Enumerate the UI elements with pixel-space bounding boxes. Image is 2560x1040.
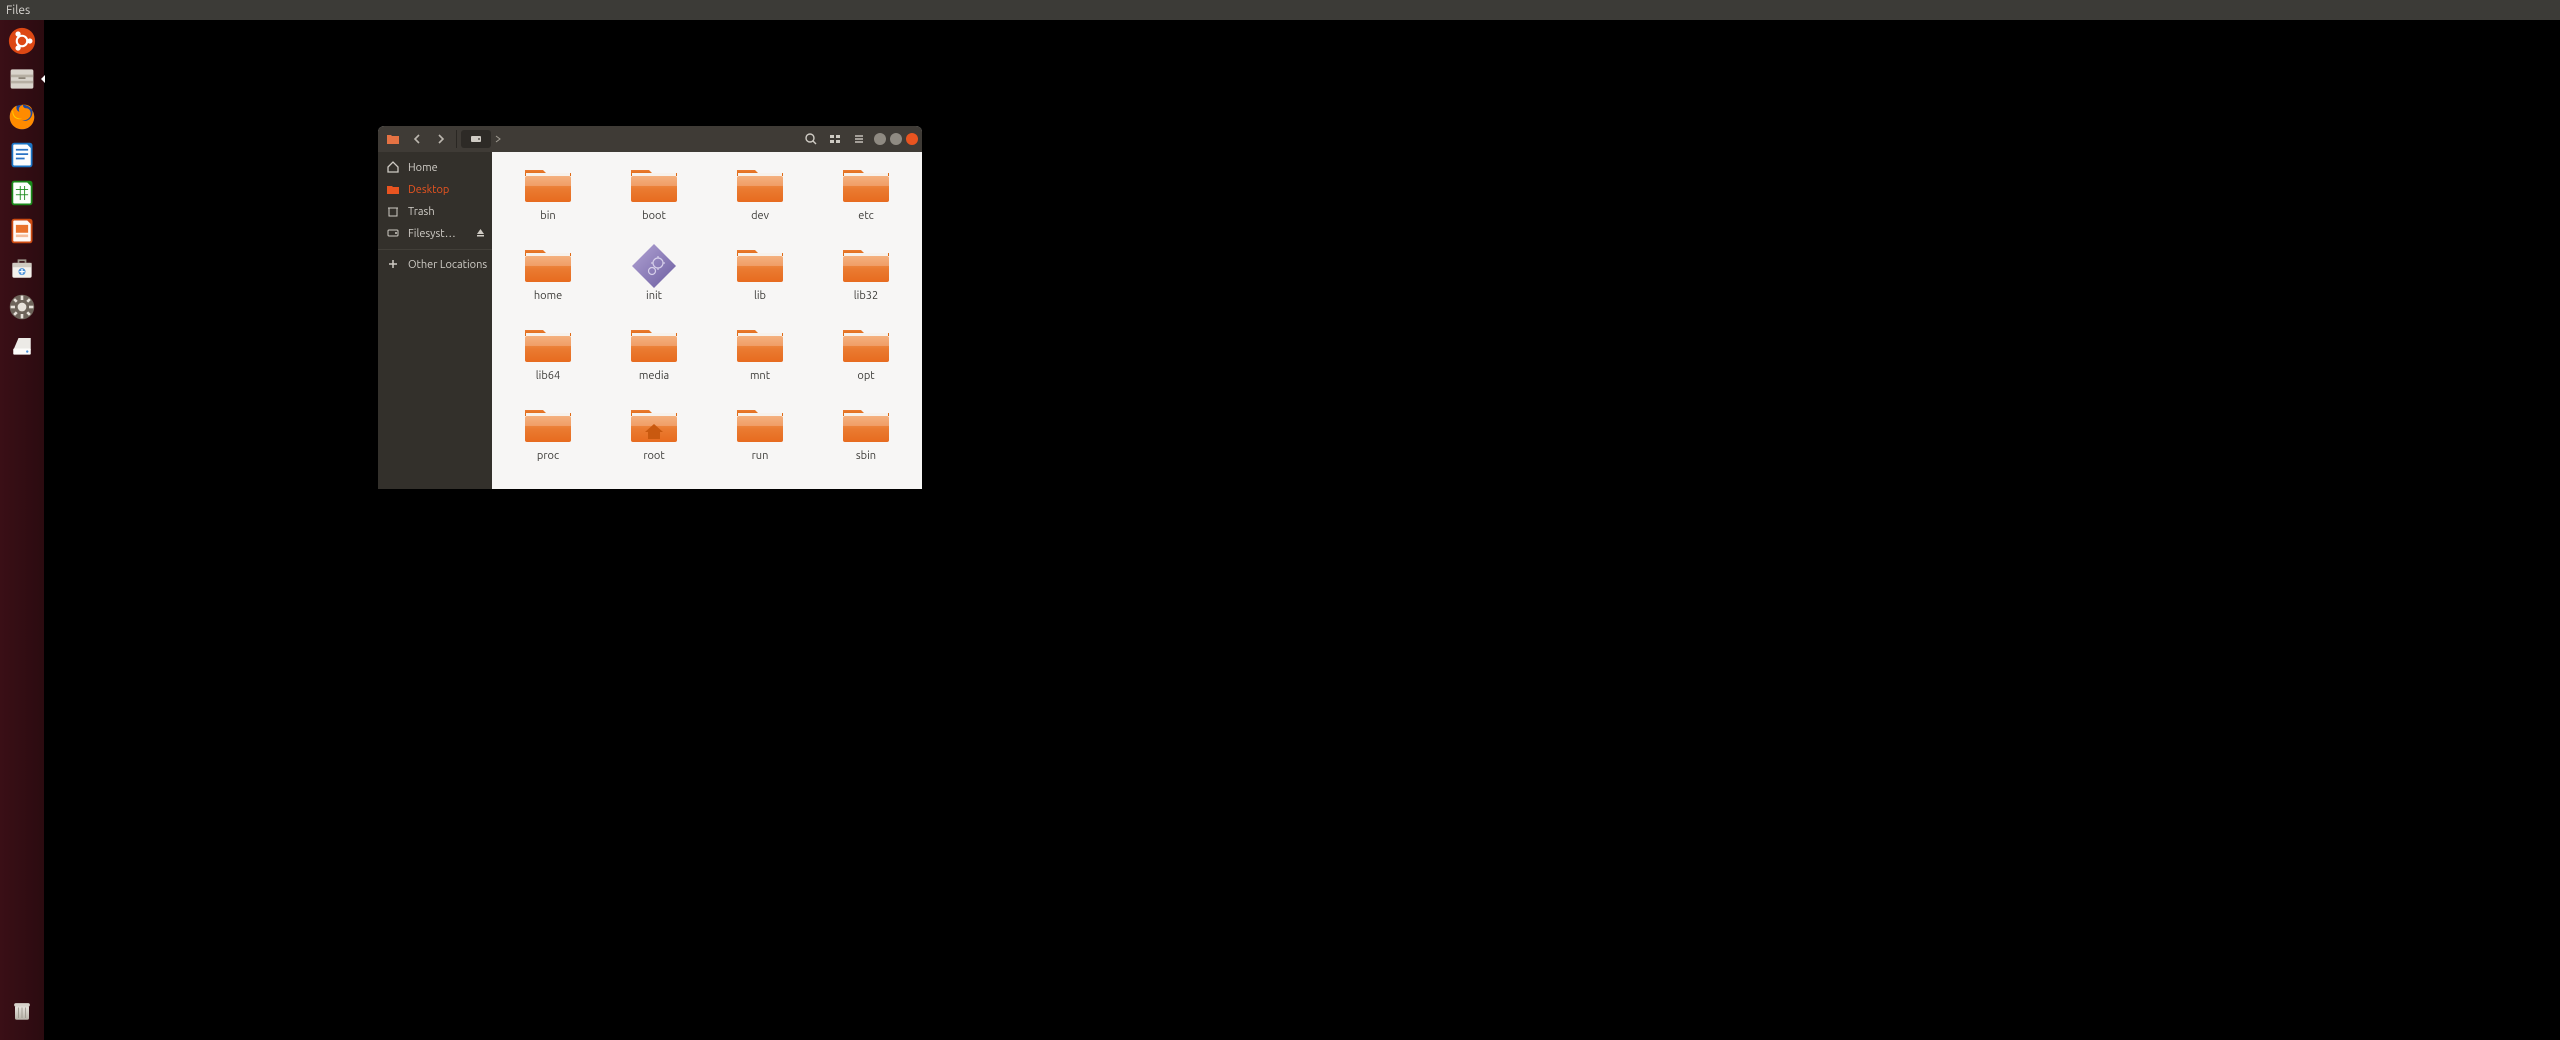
file-item-label: etc — [858, 210, 874, 222]
file-item-proc[interactable]: proc — [498, 400, 598, 478]
file-item-opt[interactable]: opt — [816, 320, 916, 398]
file-item-label: bin — [540, 210, 555, 222]
folder-icon — [731, 240, 789, 288]
launcher-settings[interactable] — [5, 290, 39, 324]
file-item-bin[interactable]: bin — [498, 160, 598, 238]
desktop-icon — [386, 182, 400, 199]
folder-icon — [519, 240, 577, 288]
launcher-ubuntu-software[interactable] — [5, 252, 39, 286]
file-item-sbin[interactable]: sbin — [816, 400, 916, 478]
sidebar-item-home[interactable]: Home — [378, 157, 492, 179]
file-item-label: home — [534, 290, 562, 302]
folder-icon — [731, 400, 789, 448]
folder-icon — [519, 320, 577, 368]
file-item-label: sbin — [856, 450, 876, 462]
launcher-libreoffice-impress[interactable] — [5, 214, 39, 248]
file-item-label: root — [643, 450, 664, 462]
file-item-media[interactable]: media — [604, 320, 704, 398]
file-item-label: lib — [754, 290, 766, 302]
launcher-files[interactable] — [5, 62, 39, 96]
path-segment-drive[interactable] — [461, 130, 491, 148]
file-item-label: mnt — [750, 370, 770, 382]
folder-icon — [625, 400, 683, 448]
sidebar-item-label: Trash — [408, 206, 435, 218]
folder-icon — [519, 160, 577, 208]
file-item-init[interactable]: init — [604, 240, 704, 318]
folder-icon — [519, 400, 577, 448]
sidebar-item-desktop[interactable]: Desktop — [378, 179, 492, 201]
file-item-label: init — [646, 290, 662, 302]
nav-forward-button[interactable] — [430, 129, 452, 149]
nav-back-button[interactable] — [406, 129, 428, 149]
file-item-mnt[interactable]: mnt — [710, 320, 810, 398]
files-content[interactable]: bin boot dev etc home init lib lib32 lib64 media m… — [492, 152, 922, 489]
drive-icon — [386, 226, 400, 243]
home-icon — [386, 160, 400, 177]
file-item-label: proc — [537, 450, 559, 462]
file-item-dev[interactable]: dev — [710, 160, 810, 238]
file-item-label: run — [752, 450, 769, 462]
launcher — [0, 20, 44, 1040]
sidebar-item-label: Desktop — [408, 184, 449, 196]
sidebar-item-label: Other Locations — [408, 259, 487, 271]
window-minimize-button[interactable] — [874, 133, 886, 145]
launcher-trash[interactable] — [5, 994, 39, 1028]
folder-icon — [382, 129, 404, 149]
file-item-lib64[interactable]: lib64 — [498, 320, 598, 398]
menubar-app-name[interactable]: Files — [6, 4, 30, 17]
file-item-label: lib64 — [536, 370, 560, 382]
file-item-lib[interactable]: lib — [710, 240, 810, 318]
file-item-run[interactable]: run — [710, 400, 810, 478]
file-item-label: opt — [857, 370, 874, 382]
file-item-label: media — [639, 370, 669, 382]
launcher-firefox[interactable] — [5, 100, 39, 134]
hamburger-menu-button[interactable] — [848, 129, 870, 149]
sidebar-item-label: Filesyst… — [408, 228, 456, 240]
eject-icon[interactable] — [475, 227, 486, 241]
view-toggle-button[interactable] — [824, 129, 846, 149]
sidebar-item-label: Home — [408, 162, 438, 174]
sidebar-item-trash[interactable]: Trash — [378, 201, 492, 223]
window-close-button[interactable] — [906, 133, 918, 145]
folder-icon — [837, 320, 895, 368]
file-item-label: lib32 — [854, 290, 878, 302]
files-sidebar: Home Desktop Trash Filesyst… Other Locations — [378, 152, 492, 489]
search-button[interactable] — [800, 129, 822, 149]
window-maximize-button[interactable] — [890, 133, 902, 145]
plus-icon — [386, 257, 400, 274]
folder-icon — [837, 160, 895, 208]
menubar: Files — [0, 0, 2560, 20]
folder-icon — [837, 240, 895, 288]
file-item-boot[interactable]: boot — [604, 160, 704, 238]
chevron-right-icon — [493, 129, 503, 149]
launcher-disk[interactable] — [5, 328, 39, 362]
executable-icon — [625, 240, 683, 288]
launcher-libreoffice-calc[interactable] — [5, 176, 39, 210]
file-item-etc[interactable]: etc — [816, 160, 916, 238]
folder-icon — [837, 400, 895, 448]
launcher-libreoffice-writer[interactable] — [5, 138, 39, 172]
trash-icon — [386, 204, 400, 221]
folder-icon — [625, 160, 683, 208]
file-item-home[interactable]: home — [498, 240, 598, 318]
folder-icon — [731, 320, 789, 368]
files-headerbar — [378, 126, 922, 152]
folder-icon — [625, 320, 683, 368]
files-window: Home Desktop Trash Filesyst… Other Locations… — [378, 126, 922, 489]
file-item-label: dev — [751, 210, 769, 222]
launcher-ubuntu-dash[interactable] — [5, 24, 39, 58]
sidebar-item-other-locations[interactable]: Other Locations — [378, 254, 492, 276]
folder-icon — [731, 160, 789, 208]
file-item-lib32[interactable]: lib32 — [816, 240, 916, 318]
file-item-label: boot — [642, 210, 666, 222]
file-item-root[interactable]: root — [604, 400, 704, 478]
sidebar-item-filesyst-[interactable]: Filesyst… — [378, 223, 492, 245]
